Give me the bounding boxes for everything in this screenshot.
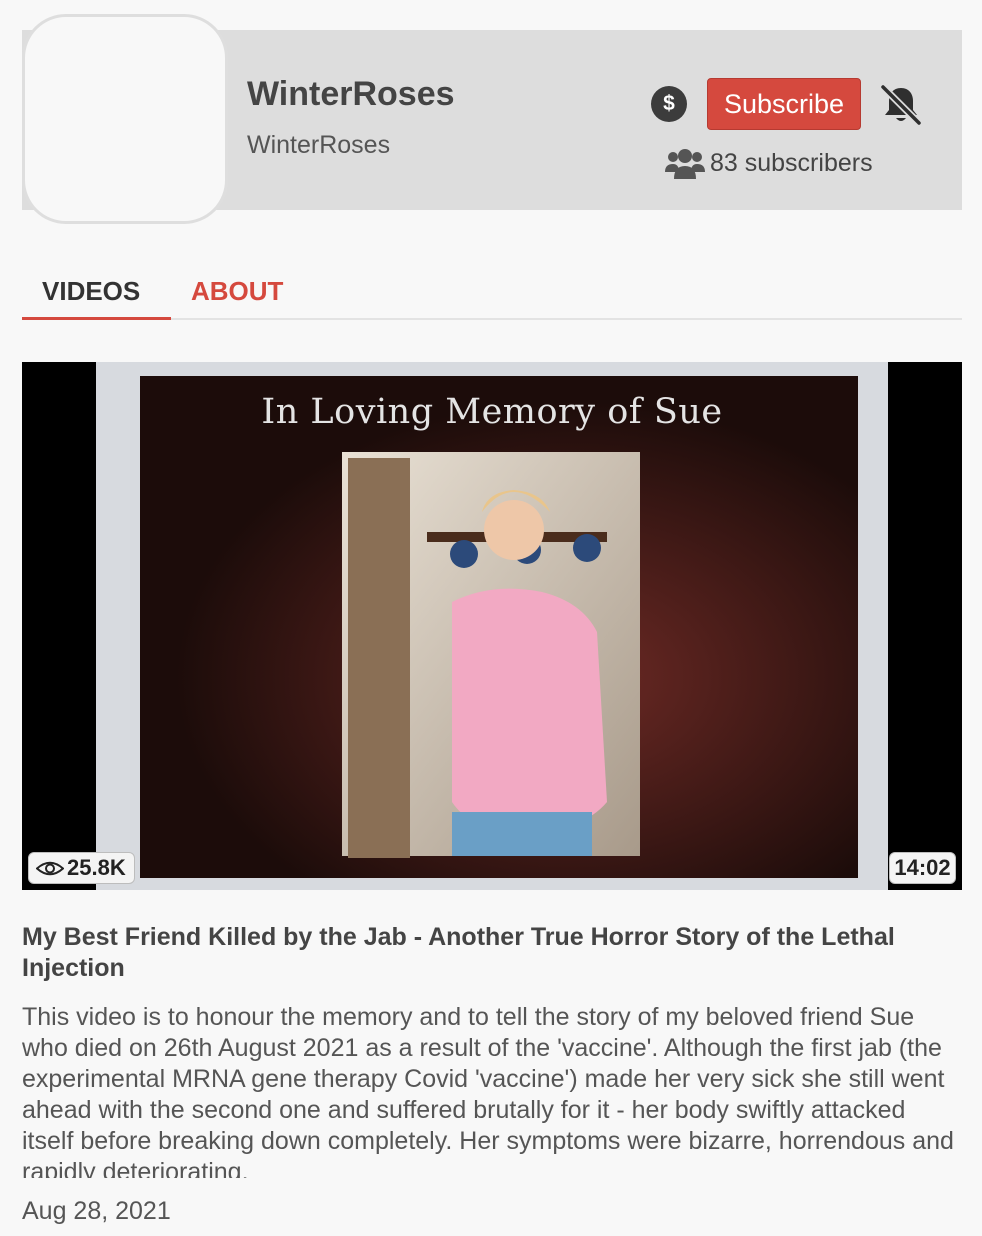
views-badge: 25.8K [28,852,135,884]
video-thumbnail[interactable]: In Loving Memory of Sue 25.8K 14:02 [22,362,962,890]
subscribe-button[interactable]: Subscribe [707,78,861,130]
active-tab-indicator [22,317,171,320]
dollar-sign-icon[interactable]: $ [651,86,687,122]
bell-slash-icon[interactable] [878,82,924,128]
tab-about[interactable]: ABOUT [191,276,283,307]
duration-badge: 14:02 [889,852,956,884]
tab-videos[interactable]: VIDEOS [42,276,140,307]
eye-icon [36,861,64,876]
video-date: Aug 28, 2021 [22,1197,171,1225]
channel-name: WinterRoses [247,75,455,113]
channel-handle: WinterRoses [247,131,391,159]
users-icon [665,149,705,179]
video-description: This video is to honour the memory and t… [22,1003,954,1178]
views-count: 25.8K [67,855,126,880]
channel-avatar[interactable] [22,14,228,224]
video-title[interactable]: My Best Friend Killed by the Jab - Anoth… [22,922,942,984]
thumbnail-caption: In Loving Memory of Sue [261,392,723,432]
subscriber-count: 83 subscribers [710,149,873,177]
